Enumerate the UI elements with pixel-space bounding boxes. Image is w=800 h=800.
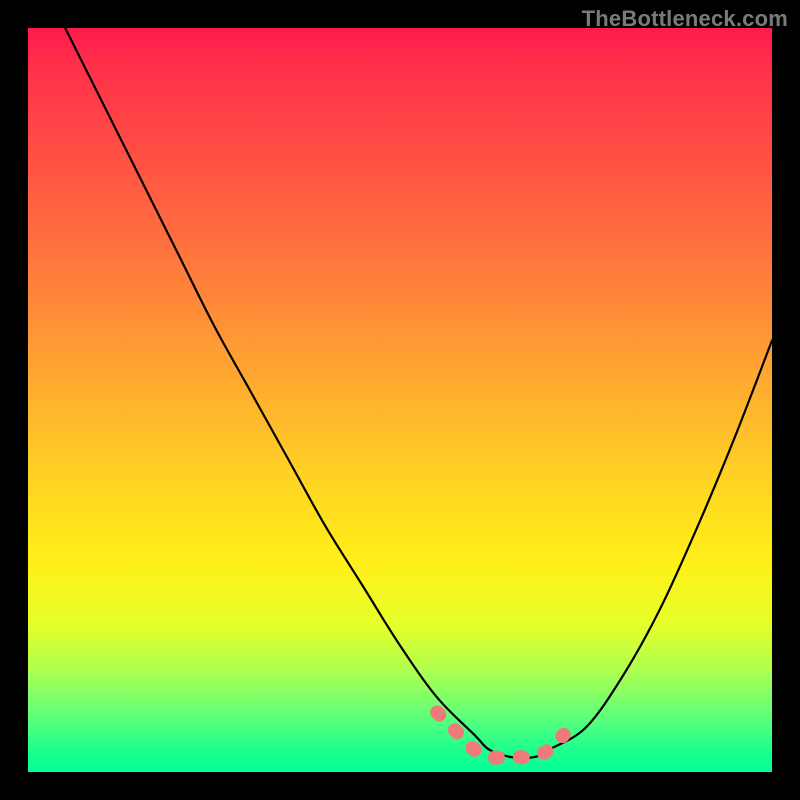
chart-svg [28,28,772,772]
bottleneck-curve-path [65,28,772,758]
optimal-band-path [437,712,563,757]
chart-frame: TheBottleneck.com [0,0,800,800]
plot-area [28,28,772,772]
